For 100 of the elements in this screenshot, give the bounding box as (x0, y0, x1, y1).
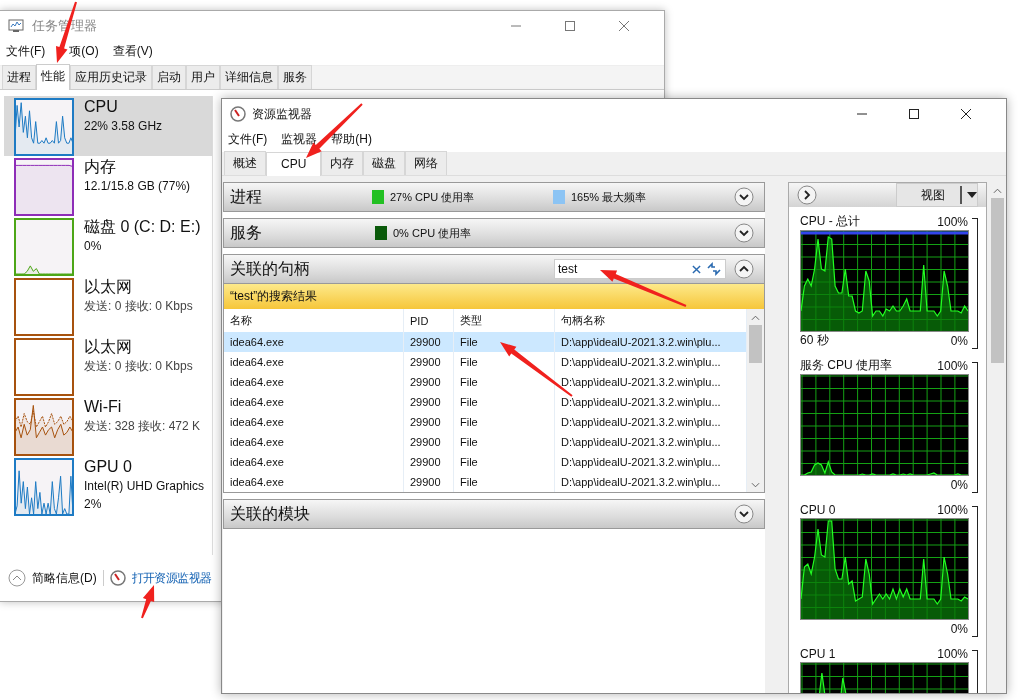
resource-item[interactable]: Wi-Fi 发送: 328 接收: 472 K (4, 396, 212, 456)
scroll-up-icon[interactable] (993, 188, 1003, 194)
stat-label: 165% 最大频率 (570, 189, 647, 205)
dropdown-caret-icon[interactable] (967, 192, 978, 198)
graph-title: CPU - 总计 (800, 213, 860, 230)
chevron-button-icon[interactable] (734, 504, 754, 524)
tab[interactable]: 应用历史记录 (70, 65, 152, 89)
resource-name: 内存 (84, 157, 117, 177)
axis-label: 0% (950, 621, 968, 636)
search-field[interactable]: test (554, 259, 726, 279)
table-cell: idea64.exe (224, 432, 404, 452)
graph-title: CPU 1 (800, 646, 836, 661)
table-cell: idea64.exe (224, 372, 404, 392)
resource-detail: Intel(R) UHD Graphics (84, 478, 205, 495)
table-cell: File (453, 392, 555, 412)
table-cell: 29900 (403, 332, 454, 352)
section-title: 关联的句柄 (230, 258, 311, 279)
table-cell: 29900 (403, 372, 454, 392)
tab[interactable]: 用户 (186, 65, 220, 89)
maximize-icon[interactable] (908, 108, 920, 120)
axis-label: 100% (937, 646, 968, 661)
tab[interactable]: 网络 (405, 151, 448, 175)
tab[interactable]: 概述 (224, 151, 266, 175)
table-cell: D:\app\idealU-2021.3.2.win\plu... (554, 352, 747, 372)
table-cell: idea64.exe (224, 452, 404, 472)
menu-item[interactable]: 查看(V) (112, 42, 153, 60)
close-icon[interactable] (960, 108, 972, 120)
scrollbar[interactable] (747, 309, 764, 492)
table-cell: 29900 (403, 392, 454, 412)
axis-label: 0% (950, 477, 968, 492)
tab[interactable]: CPU (266, 152, 322, 176)
resource-detail: 0% (84, 238, 103, 255)
table-cell: 29900 (403, 472, 454, 492)
tab[interactable]: 启动 (152, 65, 186, 89)
graph-title: CPU 0 (800, 502, 836, 517)
view-dropdown[interactable]: 视图 (896, 183, 979, 207)
summary-link[interactable]: 简略信息(D) (32, 569, 97, 587)
clear-icon[interactable] (692, 264, 701, 274)
chevron-button-icon[interactable] (734, 259, 754, 279)
table-cell: idea64.exe (224, 352, 404, 372)
table-cell: idea64.exe (224, 332, 404, 352)
section-header[interactable]: 关联的模块 (223, 499, 765, 529)
scroll-thumb[interactable] (991, 198, 1005, 363)
table-cell: File (453, 412, 555, 432)
resource-item[interactable]: 以太网 发送: 0 接收: 0 Kbps (4, 276, 212, 336)
tab[interactable]: 性能 (36, 64, 70, 90)
graph-title: 服务 CPU 使用率 (800, 357, 892, 374)
table-cell: 29900 (403, 432, 454, 452)
scroll-down-icon[interactable] (751, 482, 760, 488)
collapse-icon[interactable] (8, 569, 26, 587)
table-cell: idea64.exe (224, 392, 404, 412)
menu-item[interactable]: 文件(F) (6, 42, 46, 60)
resource-name: GPU 0 (84, 457, 133, 477)
tab[interactable]: 进程 (2, 65, 36, 89)
section-title: 进程 (230, 186, 263, 207)
table-cell: D:\app\idealU-2021.3.2.win\plu... (554, 332, 747, 352)
tab[interactable]: 内存 (321, 151, 364, 175)
section-header[interactable]: 服务 0% CPU 使用率 (223, 218, 765, 248)
gauge-icon (230, 106, 246, 122)
table-cell: File (453, 472, 555, 492)
table-cell: D:\app\idealU-2021.3.2.win\plu... (554, 432, 747, 452)
tab[interactable]: 详细信息 (220, 65, 278, 89)
table-cell: idea64.exe (224, 412, 404, 432)
resource-item[interactable]: 磁盘 0 (C: D: E:) 0% (4, 216, 212, 276)
resource-name: Wi-Fi (84, 397, 123, 417)
refresh-icon[interactable] (706, 262, 722, 276)
tab[interactable]: 磁盘 (363, 151, 406, 175)
section-header[interactable]: 进程 27% CPU 使用率 165% 最大频率 (223, 182, 765, 212)
resource-item[interactable]: 以太网 发送: 0 接收: 0 Kbps (4, 336, 212, 396)
resource-item[interactable]: GPU 0 Intel(R) UHD Graphics 2% (4, 456, 212, 516)
table-cell: File (453, 332, 555, 352)
open-resource-monitor-link[interactable]: 打开资源监视器 (131, 570, 212, 586)
chevron-button-icon[interactable] (734, 223, 754, 243)
chevron-button-icon[interactable] (734, 187, 754, 207)
resource-detail: 发送: 328 接收: 472 K (84, 418, 201, 435)
table-cell: File (453, 452, 555, 472)
table-cell: 29900 (403, 452, 454, 472)
axis-label: 100% (937, 214, 968, 229)
resource-name: CPU (84, 97, 119, 117)
resource-detail: 发送: 0 接收: 0 Kbps (84, 358, 193, 375)
tab[interactable]: 服务 (278, 65, 312, 89)
table-cell: 29900 (403, 412, 454, 432)
stat-label: 0% CPU 使用率 (393, 225, 472, 241)
table-cell: D:\app\idealU-2021.3.2.win\plu... (554, 452, 747, 472)
menu-item[interactable]: 文件(F) (228, 130, 268, 148)
menu-item[interactable]: 项(O) (69, 42, 99, 60)
table-cell: 29900 (403, 352, 454, 372)
axis-label: 100% (937, 502, 968, 517)
section-header[interactable]: 关联的句柄 test (223, 254, 765, 284)
resource-item[interactable]: CPU 22% 3.58 GHz (4, 96, 212, 156)
menu-item[interactable]: 监视器 (281, 130, 318, 148)
scroll-thumb[interactable] (749, 325, 762, 363)
section-title: 关联的模块 (230, 503, 311, 524)
monitor-icon (8, 19, 24, 33)
menu-item[interactable]: 帮助(H) (331, 130, 372, 148)
resource-name: 磁盘 0 (C: D: E:) (84, 217, 201, 237)
resource-item[interactable]: 内存 12.1/15.8 GB (77%) (4, 156, 212, 216)
resource-name: 以太网 (84, 337, 133, 357)
scroll-up-icon[interactable] (751, 315, 760, 321)
gauge-icon (109, 570, 126, 586)
